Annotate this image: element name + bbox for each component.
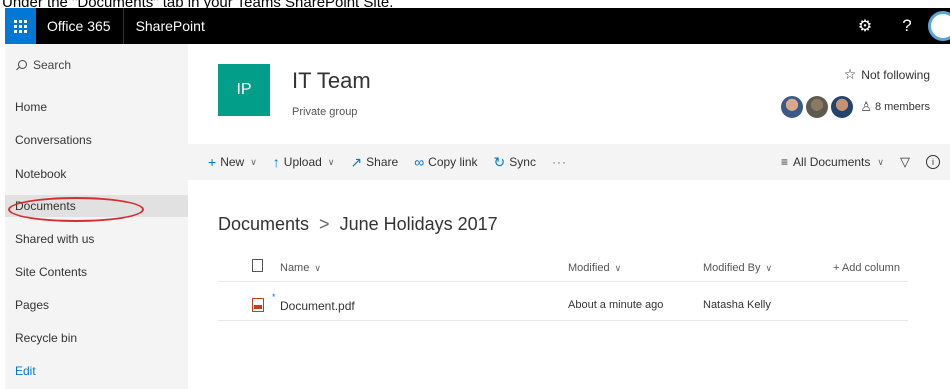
share-icon: ↗ — [350, 153, 363, 170]
search-label: Search — [33, 58, 72, 72]
nav-item-shared-with-us[interactable]: Shared with us — [15, 232, 94, 246]
suite-divider — [122, 8, 124, 44]
breadcrumb-separator: > — [319, 214, 330, 234]
chevron-down-icon: ∨ — [327, 156, 335, 167]
sharepoint-app-name[interactable]: SharePoint — [136, 18, 205, 34]
waffle-icon[interactable] — [5, 8, 36, 44]
help-icon[interactable]: ? — [894, 16, 920, 36]
column-header-name[interactable]: Name ∨ — [280, 262, 321, 274]
column-header-modified[interactable]: Modified ∨ — [568, 262, 621, 274]
view-switcher[interactable]: ≡ All Documents ∨ — [781, 155, 884, 169]
breadcrumb-current: June Holidays 2017 — [339, 214, 498, 234]
breadcrumb-root[interactable]: Documents — [218, 214, 309, 235]
modified-by-cell[interactable]: Natasha Kelly — [703, 299, 771, 311]
search-box[interactable]: Search — [16, 58, 71, 72]
new-item-icon: * — [272, 292, 276, 302]
new-button[interactable]: + New ∨ — [208, 154, 257, 170]
column-header-modified-by[interactable]: Modified By ∨ — [703, 262, 772, 274]
info-icon[interactable]: i — [926, 155, 940, 169]
link-icon: ∞ — [414, 154, 425, 170]
share-button[interactable]: ↗ Share — [350, 154, 398, 171]
add-column-button[interactable]: + Add column — [833, 262, 900, 274]
more-button[interactable]: ··· — [552, 155, 567, 169]
pdf-file-icon — [252, 298, 264, 312]
office365-brand[interactable]: Office 365 — [47, 18, 111, 34]
avatar[interactable] — [928, 11, 950, 41]
member-avatar — [781, 96, 804, 118]
breadcrumb: Documents > June Holidays 2017 — [218, 214, 498, 235]
sync-button[interactable]: ↻ Sync — [494, 154, 536, 171]
follow-button[interactable]: ☆ Not following — [844, 66, 930, 83]
nav-item-notebook[interactable]: Notebook — [15, 167, 66, 181]
list-header: Name ∨ Modified ∨ Modified By ∨ + Add co… — [218, 256, 908, 282]
main-content: IP IT Team Private group ☆ Not following… — [188, 44, 950, 389]
site-logo[interactable]: IP — [218, 64, 270, 116]
sync-icon: ↻ — [493, 153, 506, 170]
list-view-icon: ≡ — [781, 155, 789, 169]
member-avatar — [831, 96, 854, 118]
upload-icon: ↑ — [272, 154, 280, 170]
star-icon: ☆ — [843, 66, 857, 82]
nav-item-home[interactable]: Home — [15, 100, 47, 114]
nav-item-recycle-bin[interactable]: Recycle bin — [15, 331, 77, 345]
site-subtitle: Private group — [292, 106, 358, 118]
file-type-icon[interactable] — [252, 259, 263, 272]
members-group[interactable]: ♙ 8 members — [781, 96, 930, 118]
upload-button[interactable]: ↑ Upload ∨ — [273, 154, 335, 170]
command-bar: + New ∨ ↑ Upload ∨ ↗ Share ∞ Copy link ↻… — [188, 144, 950, 180]
chevron-down-icon: ∨ — [877, 156, 884, 167]
member-avatar — [806, 96, 829, 118]
file-name-link[interactable]: Document.pdf — [280, 299, 355, 313]
plus-icon: + — [208, 154, 217, 170]
person-icon: ♙ — [860, 99, 872, 114]
suite-bar: Office 365 SharePoint ⚙ ? — [5, 8, 950, 44]
chevron-down-icon: ∨ — [250, 156, 257, 167]
table-row[interactable]: * Document.pdf About a minute ago Natash… — [218, 291, 908, 321]
nav-edit-link[interactable]: Edit — [15, 364, 36, 378]
nav-item-pages[interactable]: Pages — [15, 298, 49, 312]
filter-icon[interactable]: ▽ — [900, 154, 910, 170]
annotation-ellipse — [8, 197, 144, 222]
nav-item-site-contents[interactable]: Site Contents — [15, 265, 87, 279]
gear-icon[interactable]: ⚙ — [852, 16, 878, 36]
copy-link-button[interactable]: ∞ Copy link — [414, 154, 477, 170]
members-count: 8 members — [874, 101, 930, 113]
search-icon — [16, 59, 27, 71]
follow-label: Not following — [861, 67, 930, 82]
modified-cell: About a minute ago — [568, 299, 664, 311]
site-title[interactable]: IT Team — [292, 68, 371, 94]
nav-item-conversations[interactable]: Conversations — [15, 133, 92, 147]
left-nav: Search Home Conversations Notebook Docum… — [5, 44, 188, 389]
